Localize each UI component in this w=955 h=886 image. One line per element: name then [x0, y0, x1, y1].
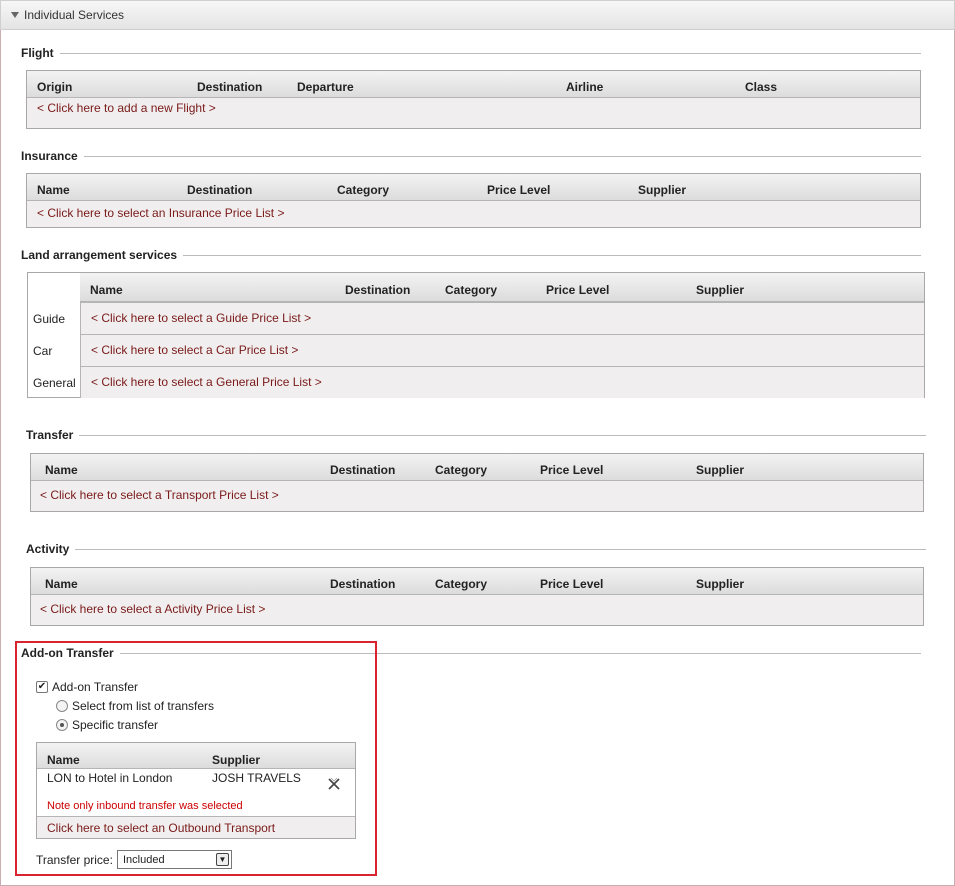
- row-label-guide: Guide: [33, 312, 66, 326]
- column-header-supplier[interactable]: Supplier: [212, 753, 260, 767]
- insurance-grid: Name Destination Category Price Level Su…: [26, 173, 921, 228]
- activity-section-legend: Activity: [26, 541, 926, 557]
- column-header-supplier[interactable]: Supplier: [696, 463, 744, 477]
- select-transport-link[interactable]: < Click here to select a Transport Price…: [40, 488, 279, 502]
- select-activity-link[interactable]: < Click here to select a Activity Price …: [40, 602, 265, 616]
- land-grid-header: Name Destination Category Price Level Su…: [80, 273, 924, 302]
- column-header-category[interactable]: Category: [337, 183, 389, 197]
- flight-section-legend: Flight: [21, 45, 921, 61]
- transfer-price-value: Included: [123, 853, 165, 866]
- transfer-price-label: Transfer price:: [36, 853, 113, 867]
- activity-section-title: Activity: [26, 542, 70, 556]
- select-guide-link[interactable]: < Click here to select a Guide Price Lis…: [91, 311, 311, 325]
- column-header-price-level[interactable]: Price Level: [540, 463, 603, 477]
- transfer-supplier-cell: JOSH TRAVELS: [212, 771, 301, 785]
- insurance-grid-header: Name Destination Category Price Level Su…: [27, 174, 920, 201]
- insurance-section-legend: Insurance: [21, 148, 921, 164]
- divider: [83, 155, 921, 157]
- insurance-section-title: Insurance: [21, 149, 78, 163]
- column-header-name[interactable]: Name: [45, 577, 78, 591]
- column-header-price-level[interactable]: Price Level: [487, 183, 550, 197]
- column-header-name[interactable]: Name: [45, 463, 78, 477]
- transfer-section-legend: Transfer: [26, 427, 926, 443]
- remove-transfer-icon[interactable]: [327, 777, 341, 791]
- column-header-price-level[interactable]: Price Level: [546, 283, 609, 297]
- divider: [183, 254, 921, 256]
- column-header-supplier[interactable]: Supplier: [696, 577, 744, 591]
- panel-header-individual-services[interactable]: Individual Services: [0, 0, 955, 30]
- land-row-general: General < Click here to select a General…: [28, 366, 924, 398]
- radio-selected-icon[interactable]: [56, 719, 68, 731]
- addon-checkbox-label: Add-on Transfer: [52, 680, 139, 694]
- transfer-name-cell: LON to Hotel in London: [47, 771, 173, 785]
- column-header-name[interactable]: Name: [90, 283, 123, 297]
- activity-grid: Name Destination Category Price Level Su…: [30, 567, 924, 626]
- column-header-supplier[interactable]: Supplier: [696, 283, 744, 297]
- select-car-link[interactable]: < Click here to select a Car Price List …: [91, 343, 298, 357]
- column-header-destination[interactable]: Destination: [187, 183, 252, 197]
- select-general-link[interactable]: < Click here to select a General Price L…: [91, 375, 322, 389]
- outbound-row: Click here to select an Outbound Transpo…: [37, 816, 355, 838]
- land-grid: Name Destination Category Price Level Su…: [27, 272, 925, 398]
- column-header-category[interactable]: Category: [445, 283, 497, 297]
- select-outbound-transport-link[interactable]: Click here to select an Outbound Transpo…: [47, 821, 275, 835]
- column-header-category[interactable]: Category: [435, 463, 487, 477]
- land-section-legend: Land arrangement services: [21, 247, 921, 263]
- radio-unselected-icon[interactable]: [56, 700, 68, 712]
- land-row-guide: Guide < Click here to select a Guide Pri…: [28, 302, 924, 334]
- row-label-car: Car: [33, 344, 53, 358]
- select-insurance-link[interactable]: < Click here to select an Insurance Pric…: [37, 206, 284, 220]
- panel-title: Individual Services: [24, 8, 125, 22]
- land-row-car: Car < Click here to select a Car Price L…: [28, 334, 924, 366]
- collapse-triangle-icon[interactable]: [11, 12, 19, 18]
- radio-specific-transfer[interactable]: Specific transfer: [56, 718, 158, 732]
- column-header-destination[interactable]: Destination: [197, 80, 262, 94]
- radio-select-from-list-label: Select from list of transfers: [72, 699, 215, 713]
- radio-select-from-list[interactable]: Select from list of transfers: [56, 699, 214, 713]
- checkbox-checked-icon[interactable]: ✔: [36, 681, 48, 693]
- addon-grid-header: Name Supplier: [37, 743, 355, 769]
- activity-grid-header: Name Destination Category Price Level Su…: [31, 568, 923, 595]
- transfer-grid-header: Name Destination Category Price Level Su…: [31, 454, 923, 481]
- column-header-destination[interactable]: Destination: [330, 577, 395, 591]
- land-section-title: Land arrangement services: [21, 248, 178, 262]
- divider: [75, 548, 926, 550]
- column-header-name[interactable]: Name: [47, 753, 80, 767]
- transfer-section-title: Transfer: [26, 428, 74, 442]
- inbound-only-note: Note only inbound transfer was selected: [47, 800, 243, 812]
- flight-section-title: Flight: [21, 46, 54, 60]
- column-header-category[interactable]: Category: [435, 577, 487, 591]
- flight-grid-header: Origin Destination Departure Airline Cla…: [27, 71, 920, 98]
- column-header-destination[interactable]: Destination: [345, 283, 410, 297]
- column-header-class[interactable]: Class: [745, 80, 777, 94]
- transfer-grid: Name Destination Category Price Level Su…: [30, 453, 924, 512]
- column-header-supplier[interactable]: Supplier: [638, 183, 686, 197]
- divider: [79, 434, 926, 436]
- add-flight-link[interactable]: < Click here to add a new Flight >: [37, 101, 216, 115]
- column-header-destination[interactable]: Destination: [330, 463, 395, 477]
- chevron-down-icon[interactable]: ▼: [216, 853, 229, 866]
- column-header-price-level[interactable]: Price Level: [540, 577, 603, 591]
- column-header-departure[interactable]: Departure: [297, 80, 354, 94]
- flight-grid: Origin Destination Departure Airline Cla…: [26, 70, 921, 129]
- column-header-name[interactable]: Name: [37, 183, 70, 197]
- radio-specific-transfer-label: Specific transfer: [72, 718, 159, 732]
- divider: [59, 52, 921, 54]
- addon-transfer-checkbox[interactable]: ✔ Add-on Transfer: [36, 680, 138, 694]
- addon-transfer-grid: Name Supplier LON to Hotel in London JOS…: [36, 742, 356, 839]
- column-header-origin[interactable]: Origin: [37, 80, 72, 94]
- transfer-price-select[interactable]: Included ▼: [117, 850, 232, 869]
- row-label-general: General: [33, 376, 76, 390]
- column-header-airline[interactable]: Airline: [566, 80, 603, 94]
